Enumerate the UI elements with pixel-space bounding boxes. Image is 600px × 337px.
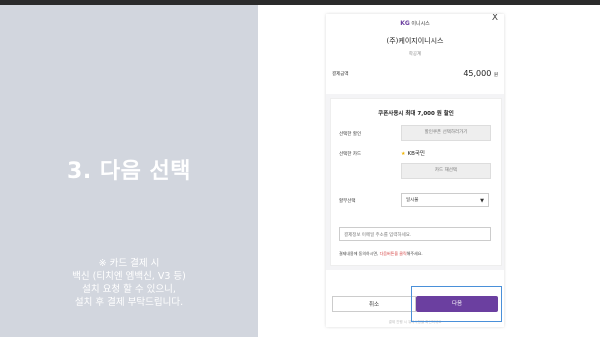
amount-number: 45,000 bbox=[463, 69, 492, 78]
slide-left-panel: 3. 다음 선택 ※ 카드 결제 시 백신 (티치엔 엠백신, V3 등) 설치… bbox=[0, 5, 258, 337]
email-input[interactable] bbox=[339, 227, 491, 241]
notice-prefix: 결제내용에 동의하시면, bbox=[339, 251, 380, 256]
slide-note: ※ 카드 결제 시 백신 (티치엔 엠백신, V3 등) 설치 요청 할 수 있… bbox=[72, 258, 186, 308]
slide-title: 3. 다음 선택 bbox=[67, 159, 191, 184]
notice-highlight: 다음버튼을 클릭 bbox=[379, 251, 407, 256]
coupon-title: 쿠폰사용시 최대 7,000 원 할인 bbox=[378, 111, 454, 117]
cancel-button[interactable]: 취소 bbox=[332, 296, 416, 312]
card-label: 선택한 카드 bbox=[339, 152, 362, 157]
discount-label: 선택한 할인 bbox=[339, 132, 362, 137]
merchant-name: (주)케이지이니시스 bbox=[386, 37, 444, 45]
logo-brand: KG bbox=[400, 20, 410, 27]
coupon-card: 쿠폰사용시 최대 7,000 원 할인 선택한 할인 할인쿠폰 선택하러가기 선… bbox=[330, 98, 502, 266]
installment-label: 할부선택 bbox=[339, 199, 356, 204]
select-coupon-button[interactable]: 할인쿠폰 선택하러가기 bbox=[401, 125, 491, 141]
logo-text: 이니시스 bbox=[411, 21, 430, 27]
agreement-notice: 결제내용에 동의하시면, 다음버튼을 클릭해주세요. bbox=[339, 251, 423, 257]
kb-star-icon: ★ bbox=[401, 151, 406, 157]
card-reselect-button[interactable]: 카드 재선택 bbox=[401, 163, 491, 179]
payment-dialog: X KG 이니시스 (주)케이지이니시스 학공계 결제금액 45,000 원 쿠… bbox=[326, 14, 504, 327]
amount-label: 결제금액 bbox=[332, 72, 349, 77]
kg-inicis-logo: KG 이니시스 bbox=[326, 20, 504, 27]
next-button-highlight bbox=[411, 286, 502, 322]
notice-suffix: 해주세요. bbox=[406, 251, 423, 256]
amount-value: 45,000 원 bbox=[463, 69, 498, 78]
caret-down-icon: ▼ bbox=[480, 198, 484, 204]
card-name: KB국민 bbox=[407, 151, 425, 157]
amount-unit: 원 bbox=[493, 73, 498, 78]
installment-select[interactable]: 일시불 ▼ bbox=[401, 193, 489, 207]
selected-card: ★ KB국민 bbox=[401, 149, 425, 157]
installment-value: 일시불 bbox=[406, 198, 419, 203]
merchant-subtitle: 학공계 bbox=[408, 52, 422, 57]
